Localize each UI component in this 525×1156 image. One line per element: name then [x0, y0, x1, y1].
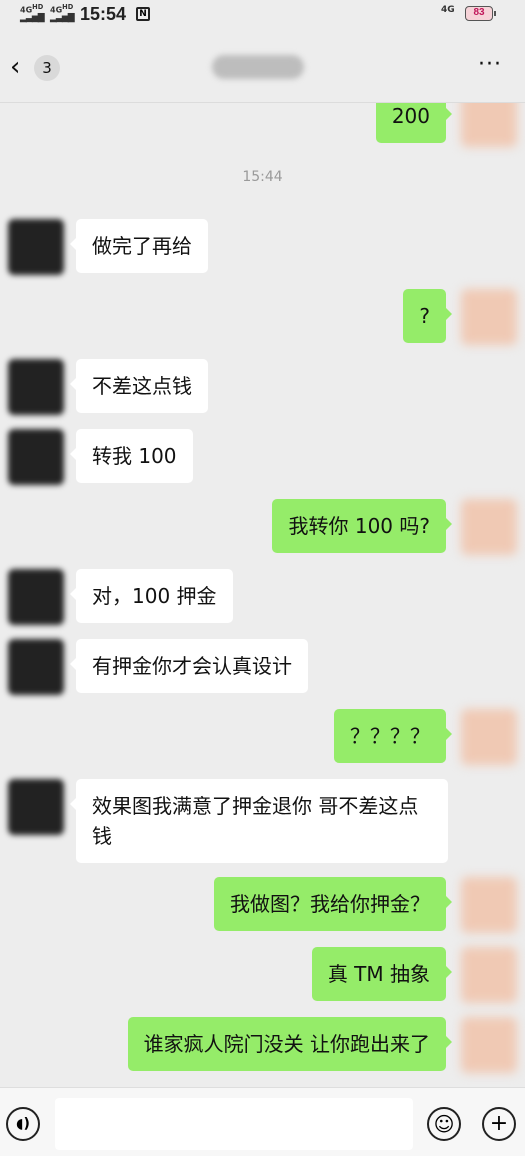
avatar-self[interactable] [461, 103, 517, 147]
message-bubble-outgoing[interactable]: 谁家疯人院门没关 让你跑出来了 [127, 1017, 453, 1071]
avatar-contact[interactable] [8, 219, 64, 275]
status-bar: 4GHD ▂▃▅▇ 4GHD ▂▃▅▇ 15:54 N 4G 83 [0, 0, 525, 32]
avatar-self[interactable] [461, 877, 517, 933]
message-input[interactable] [55, 1098, 413, 1150]
message-bubble-incoming[interactable]: 有押金你才会认真设计 [70, 639, 308, 693]
avatar-contact[interactable] [8, 359, 64, 415]
message-bubble-outgoing[interactable]: 200 [375, 103, 453, 143]
battery-icon: 83 [465, 6, 496, 21]
chat-header: ‹ 3 ··· [0, 32, 525, 103]
message-list[interactable]: 200 15:44 做完了再给 ? 不差这点钱 转我 100 我转你 100 吗… [0, 103, 525, 1087]
signal-sup: HD [32, 3, 44, 11]
timestamp: 15:44 [242, 169, 283, 185]
no-notification-icon: N [136, 7, 150, 21]
message-bubble-outgoing[interactable]: ? [403, 289, 452, 343]
back-chevron-icon[interactable]: ‹ [10, 52, 20, 82]
contact-name-redacted [212, 55, 304, 79]
message-bubble-incoming[interactable]: 转我 100 [70, 429, 193, 483]
input-bar: ◖) ☺ + [0, 1087, 525, 1156]
message-bubble-outgoing[interactable]: 我转你 100 吗? [272, 499, 452, 553]
unread-count-badge[interactable]: 3 [34, 55, 60, 81]
plus-icon[interactable]: + [482, 1107, 516, 1141]
message-bubble-incoming[interactable]: 做完了再给 [70, 219, 208, 273]
message-bubble-incoming[interactable]: 效果图我满意了押金退你 哥不差这点钱 [70, 779, 448, 863]
avatar-self[interactable] [461, 289, 517, 345]
avatar-contact[interactable] [8, 639, 64, 695]
message-bubble-outgoing[interactable]: 我做图？我给你押金？ [214, 877, 452, 931]
avatar-contact[interactable] [8, 429, 64, 485]
message-bubble-outgoing[interactable]: 真 TM 抽象 [311, 947, 453, 1001]
emoji-icon[interactable]: ☺ [427, 1107, 461, 1141]
avatar-self[interactable] [461, 1017, 517, 1073]
voice-icon[interactable]: ◖) [6, 1107, 40, 1141]
signal-icon-2: 4GHD ▂▃▅▇ [50, 3, 75, 23]
avatar-contact[interactable] [8, 569, 64, 625]
message-bubble-outgoing[interactable]: ？？？？ [334, 709, 452, 763]
clock: 15:54 [80, 4, 127, 24]
message-bubble-incoming[interactable]: 对，100 押金 [70, 569, 233, 623]
more-options-icon[interactable]: ··· [478, 52, 502, 78]
signal-sup-2: HD [62, 3, 74, 11]
avatar-self[interactable] [461, 499, 517, 555]
avatar-self[interactable] [461, 947, 517, 1003]
message-bubble-incoming[interactable]: 不差这点钱 [70, 359, 208, 413]
avatar-contact[interactable] [8, 779, 64, 835]
avatar-self[interactable] [461, 709, 517, 765]
network-type: 4G [441, 5, 455, 15]
signal-icon: 4GHD ▂▃▅▇ [20, 3, 45, 23]
